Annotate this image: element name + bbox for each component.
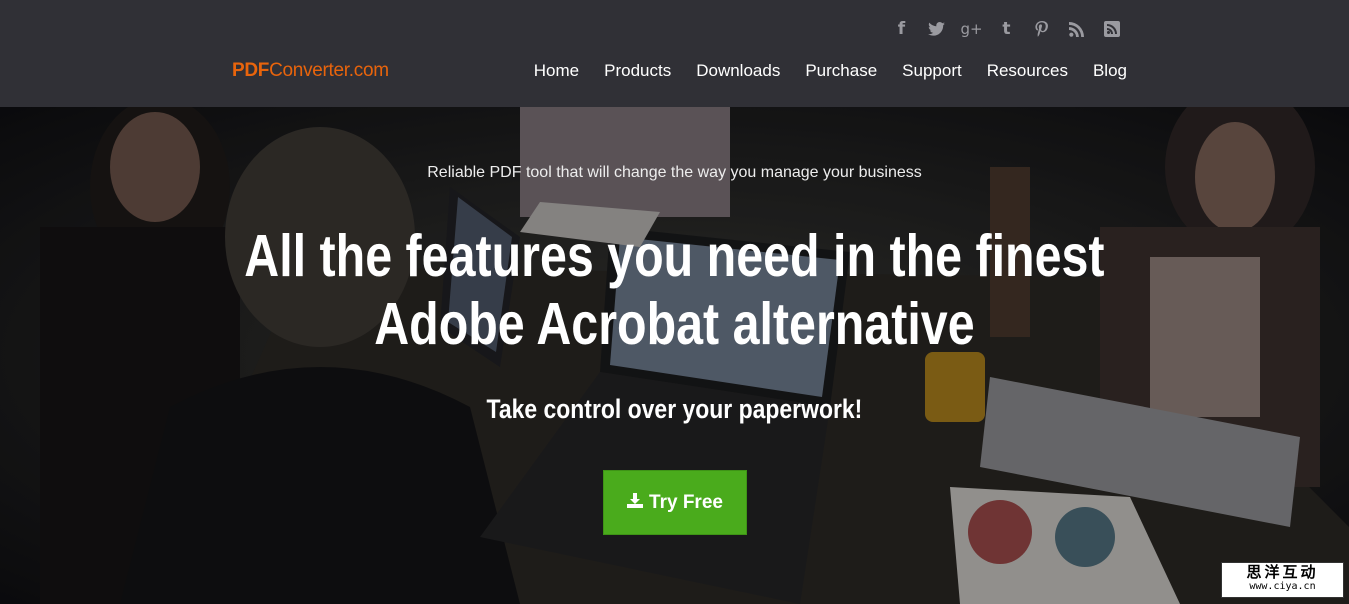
- nav-blog[interactable]: Blog: [1093, 61, 1127, 81]
- try-free-label: Try Free: [649, 491, 723, 513]
- main-nav: Home Products Downloads Purchase Support…: [509, 61, 1127, 81]
- watermark-line2: www.ciya.cn: [1249, 581, 1316, 592]
- logo-converter: Converter.com: [269, 60, 389, 81]
- twitter-icon[interactable]: [919, 18, 954, 40]
- google-plus-icon[interactable]: g+: [954, 18, 989, 40]
- hero-subheadline: Take control over your paperwork!: [486, 394, 863, 424]
- rss-square-icon[interactable]: [1094, 18, 1129, 40]
- hero-tagline: Reliable PDF tool that will change the w…: [427, 164, 922, 181]
- try-free-button[interactable]: Try Free: [603, 470, 747, 535]
- site-logo[interactable]: PDFConverter.com: [232, 60, 389, 82]
- nav-downloads[interactable]: Downloads: [696, 61, 780, 81]
- watermark-line1: 思洋互动: [1246, 563, 1319, 581]
- hero-headline-line2: Adobe Acrobat alternative: [374, 291, 975, 357]
- nav-resources[interactable]: Resources: [987, 61, 1068, 81]
- watermark: 思洋互动 www.ciya.cn: [1221, 562, 1344, 598]
- download-icon: [627, 492, 644, 513]
- logo-pdf: PDF: [232, 60, 270, 81]
- site-header: PDFConverter.com f g+ t Home Products Do…: [0, 0, 1349, 107]
- nav-purchase[interactable]: Purchase: [805, 61, 877, 81]
- nav-support[interactable]: Support: [902, 61, 962, 81]
- hero-headline: All the features you need in the finest …: [121, 222, 1227, 358]
- social-links: f g+ t: [884, 18, 1129, 40]
- rss-icon[interactable]: [1059, 18, 1094, 40]
- hero-headline-line1: All the features you need in the finest: [244, 223, 1105, 289]
- nav-home[interactable]: Home: [534, 61, 579, 81]
- facebook-icon[interactable]: f: [884, 18, 919, 40]
- tumblr-icon[interactable]: t: [989, 18, 1024, 40]
- pinterest-icon[interactable]: [1024, 18, 1059, 40]
- nav-products[interactable]: Products: [604, 61, 671, 81]
